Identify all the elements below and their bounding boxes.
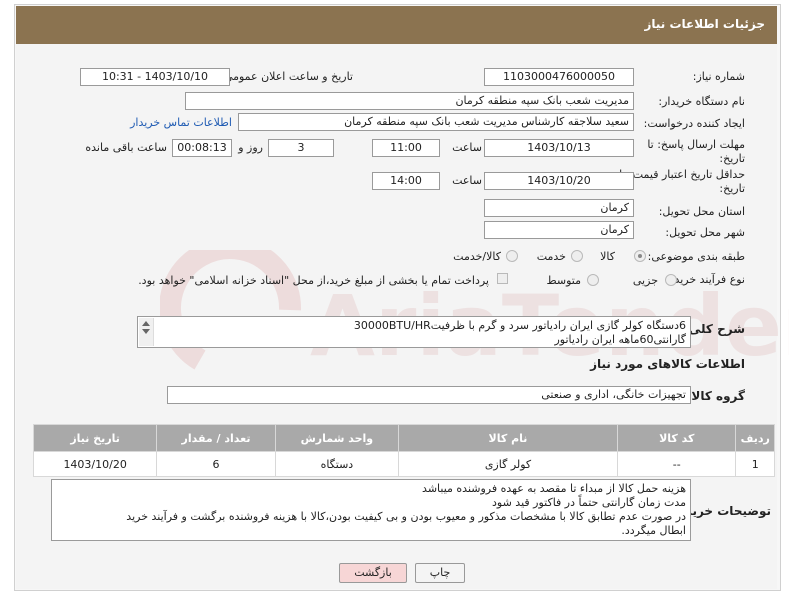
scroll-up-icon[interactable] <box>142 321 150 326</box>
goods-table-header: ردیف کد کالا نام کالا واحد شمارش تعداد /… <box>32 424 775 452</box>
buyer-notes-textarea[interactable]: هزینه حمل کالا از مبداء تا مقصد به عهده … <box>51 479 691 541</box>
need-number-field: 1103000476000050 <box>484 68 634 86</box>
category-option-service: خدمت <box>536 250 566 263</box>
process-option-medium: متوسط <box>546 274 581 287</box>
province-label: استان محل تحویل: <box>658 205 745 218</box>
price-validity-time-label: ساعت <box>452 174 482 187</box>
goods-group-field: تجهیزات خانگی، اداری و صنعتی <box>167 386 691 404</box>
city-label: شهر محل تحویل: <box>665 226 745 239</box>
city-field: کرمان <box>484 221 634 239</box>
process-option-minor: جزیی <box>632 274 658 287</box>
col-name: نام کالا <box>398 424 618 452</box>
deadline-label-line1: مهلت ارسال پاسخ: تا <box>647 138 745 151</box>
description-line2: گارانتی60ماهه ایران رادیاتور <box>554 333 686 346</box>
need-number-label: شماره نیاز: <box>692 70 745 83</box>
announce-datetime-label: تاریخ و ساعت اعلان عمومی: <box>220 70 353 83</box>
deadline-time-field: 11:00 <box>372 139 440 157</box>
col-unit: واحد شمارش <box>274 424 400 452</box>
deadline-time-label: ساعت <box>452 141 482 154</box>
price-validity-label-line1: حداقل تاریخ اعتبار قیمت: تا <box>619 168 745 181</box>
page-title: جزئیات اطلاعات نیاز <box>644 17 765 31</box>
category-radio-service[interactable] <box>571 250 583 262</box>
buyer-org-label: نام دستگاه خریدار: <box>658 95 745 108</box>
cell-name: کولر گازی <box>398 451 618 477</box>
description-textarea[interactable]: 6دستگاه کولر گازی ایران رادیاتور سرد و گ… <box>137 316 691 348</box>
description-line1: 6دستگاه کولر گازی ایران رادیاتور سرد و گ… <box>353 319 686 332</box>
col-date: تاریخ نیاز <box>32 424 158 452</box>
goods-group-label: گروه کالا: <box>686 389 745 403</box>
col-row: ردیف <box>735 424 775 452</box>
cell-code: -- <box>616 451 737 477</box>
scroll-down-icon[interactable] <box>142 329 150 334</box>
buyer-note-line3: در صورت عدم تطابق کالا با مشخصات مذکور و… <box>126 510 686 523</box>
purchase-process-label: نوع فرآیند خرید : <box>667 273 745 286</box>
buyer-contact-link[interactable]: اطلاعات تماس خریدار <box>130 116 232 129</box>
table-row: 1 -- کولر گازی دستگاه 6 1403/10/20 <box>32 451 775 477</box>
price-validity-time-field: 14:00 <box>372 172 440 190</box>
process-radio-minor[interactable] <box>665 274 677 286</box>
deadline-date-field: 1403/10/13 <box>484 139 634 157</box>
description-scrollbar[interactable] <box>139 318 154 346</box>
requester-field: سعید سلاجقه کارشناس مدیریت شعب بانک سپه … <box>238 113 634 131</box>
category-radio-goods-service[interactable] <box>506 250 518 262</box>
process-radio-medium[interactable] <box>587 274 599 286</box>
col-code: کد کالا <box>616 424 737 452</box>
deadline-days-label: روز و <box>238 141 263 154</box>
province-field: کرمان <box>484 199 634 217</box>
announce-datetime-field: 1403/10/10 - 10:31 <box>80 68 230 86</box>
category-label: طبقه بندی موضوعی: <box>647 250 745 263</box>
remaining-time-field: 00:08:13 <box>172 139 232 157</box>
category-option-goods: کالا <box>600 250 615 263</box>
price-validity-date-field: 1403/10/20 <box>484 172 634 190</box>
print-button[interactable]: چاپ <box>415 563 465 583</box>
treasury-payment-checkbox[interactable] <box>497 273 508 284</box>
deadline-label-line2: تاریخ: <box>719 152 745 165</box>
buyer-org-field: مدیریت شعب بانک سپه منطقه کرمان <box>185 92 634 110</box>
goods-table: ردیف کد کالا نام کالا واحد شمارش تعداد /… <box>32 424 775 477</box>
cell-date: 1403/10/20 <box>32 451 158 477</box>
treasury-payment-note: پرداخت تمام یا بخشی از مبلغ خرید،از محل … <box>138 274 489 287</box>
goods-section-title: اطلاعات کالاهای مورد نیاز <box>590 357 745 371</box>
cell-qty: 6 <box>156 451 276 477</box>
cell-unit: دستگاه <box>274 451 400 477</box>
buyer-note-line1: هزینه حمل کالا از مبداء تا مقصد به عهده … <box>422 482 686 495</box>
requester-label: ایجاد کننده درخواست: <box>643 117 745 130</box>
category-radio-goods[interactable] <box>634 250 646 262</box>
price-validity-label-line2: تاریخ: <box>719 182 745 195</box>
buyer-note-line4: ابطال میگردد. <box>621 524 686 537</box>
remaining-time-label: ساعت باقی مانده <box>85 141 167 154</box>
cell-row: 1 <box>735 451 775 477</box>
back-button[interactable]: بازگشت <box>339 563 407 583</box>
buyer-note-line2: مدت زمان گارانتی حتماً در فاکتور قید شود <box>492 496 686 509</box>
page-header: جزئیات اطلاعات نیاز <box>16 6 777 44</box>
deadline-days-field: 3 <box>268 139 334 157</box>
category-option-goods-service: کالا/خدمت <box>453 250 501 263</box>
col-qty: تعداد / مقدار <box>156 424 276 452</box>
